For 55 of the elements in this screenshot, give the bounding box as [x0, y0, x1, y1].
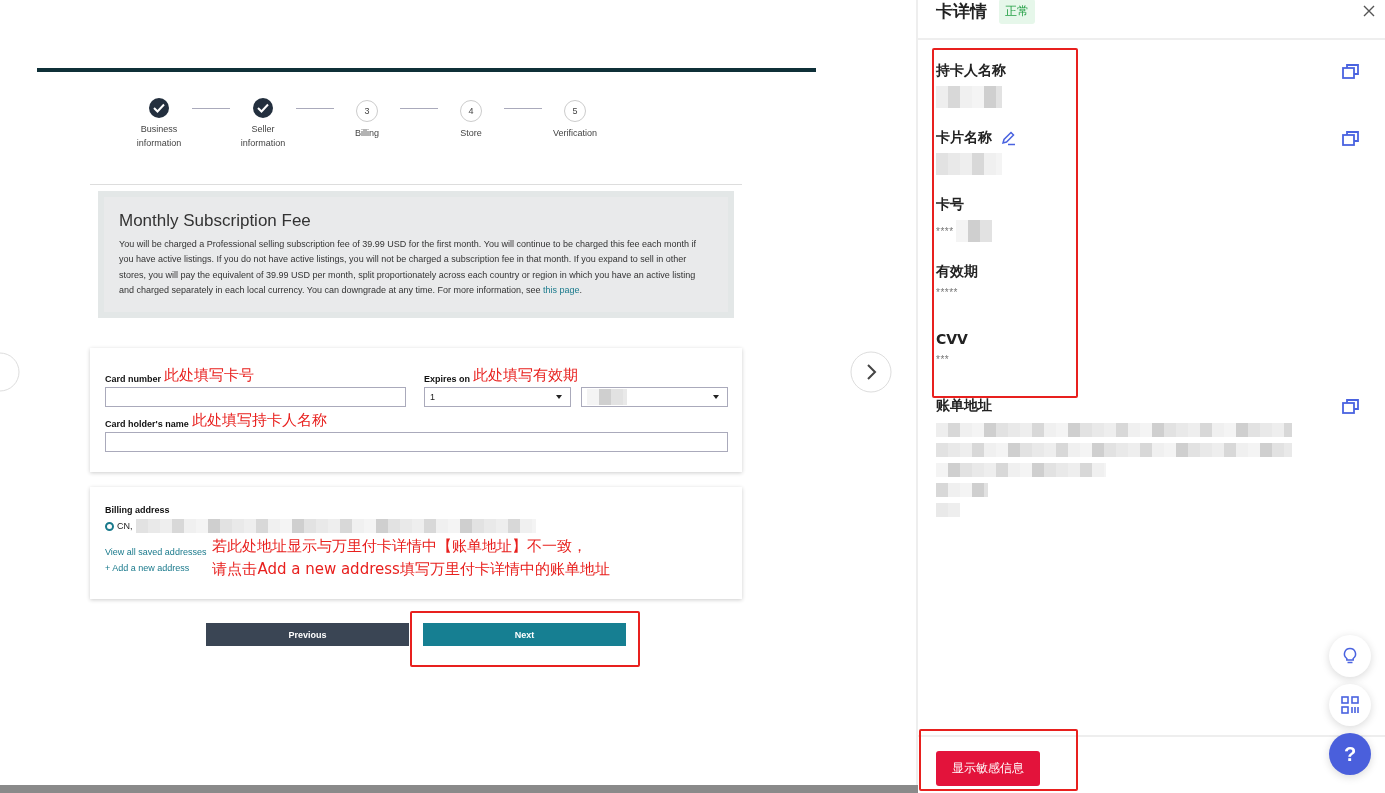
field-label: CVV	[936, 331, 968, 347]
field-label: 持卡人名称	[936, 62, 1006, 80]
status-badge: 正常	[999, 0, 1035, 24]
field-label: Card number	[105, 374, 161, 385]
field-label: 有效期	[936, 263, 978, 281]
step-label: Billing	[355, 127, 379, 140]
step-number: 4	[460, 100, 482, 122]
step-number: 3	[356, 100, 378, 122]
qr-code-button[interactable]	[1329, 684, 1371, 726]
close-icon[interactable]	[1363, 5, 1375, 17]
field-label: 卡片名称	[936, 129, 992, 147]
step-number: 5	[564, 100, 586, 122]
month-select[interactable]: 1	[424, 387, 571, 408]
lightbulb-button[interactable]	[1329, 635, 1371, 677]
annotation-text: 此处填写有效期	[473, 366, 578, 385]
next-button[interactable]: Next	[423, 623, 626, 647]
radio-button[interactable]	[105, 521, 114, 531]
annotation-text: 请点击Add a new address填写万里付卡详情中的账单地址	[212, 559, 610, 581]
field-label: 卡号	[936, 196, 964, 214]
annotation-text: 此处填写持卡人名称	[191, 411, 327, 430]
address-link[interactable]: View all saved addresses	[105, 547, 207, 558]
show-sensitive-button[interactable]: 显示敏感信息	[936, 751, 1040, 786]
copy-icon[interactable]	[1342, 130, 1359, 146]
copy-icon[interactable]	[1342, 63, 1359, 79]
field-value: ***	[936, 354, 950, 365]
qr-code-icon	[1341, 696, 1359, 714]
annotation-text: 此处填写卡号	[164, 366, 254, 385]
field-label: Expires on	[424, 374, 470, 385]
next-arrow-button[interactable]	[850, 351, 892, 393]
step-label: Verification	[553, 127, 597, 140]
notice-text: You will be charged a Professional selling subscription fee of 39.99 USD for the first month. You will continue to be charged this fee each month if you have active listings. If you do not have active listings, you will not be charged a subscription fee in that month. If you expand to sell in other stores, you will pay the equivalent of 39.99 USD per month, split proportionately across each country or region in which you have an active listing and charged separately in each local currency. You can downgrade at any time. For more information, see this page.	[119, 238, 697, 297]
field-value: ****	[936, 225, 954, 237]
pencil-icon[interactable]	[1000, 130, 1016, 146]
notice-title: Monthly Subscription Fee	[119, 211, 312, 231]
previous-button[interactable]: Previous	[206, 623, 409, 647]
step-label: Seller information	[239, 123, 287, 150]
scrollbar[interactable]	[0, 785, 918, 793]
step-label: Store	[460, 127, 482, 140]
address-link[interactable]: + Add a new address	[105, 563, 207, 574]
field-value: *****	[936, 287, 958, 298]
help-button[interactable]: ?	[1329, 733, 1371, 775]
step-label: Business information	[135, 123, 183, 150]
annotation-text: 若此处地址显示与万里付卡详情中【账单地址】不一致，	[212, 536, 589, 558]
card-number-field[interactable]	[105, 387, 406, 408]
address-text: CN,	[117, 521, 133, 532]
caret-icon	[556, 395, 562, 400]
field-label: Card holder's name	[105, 419, 189, 430]
caret-icon	[713, 395, 719, 400]
panel-title: 卡详情	[936, 0, 987, 23]
copy-icon[interactable]	[1342, 398, 1359, 414]
this-page-link[interactable]: this page	[543, 284, 580, 295]
field-label: 账单地址	[936, 397, 992, 415]
field-label: Billing address	[105, 505, 171, 516]
lightbulb-icon	[1342, 647, 1358, 665]
card-holder-name-field[interactable]	[105, 432, 728, 453]
